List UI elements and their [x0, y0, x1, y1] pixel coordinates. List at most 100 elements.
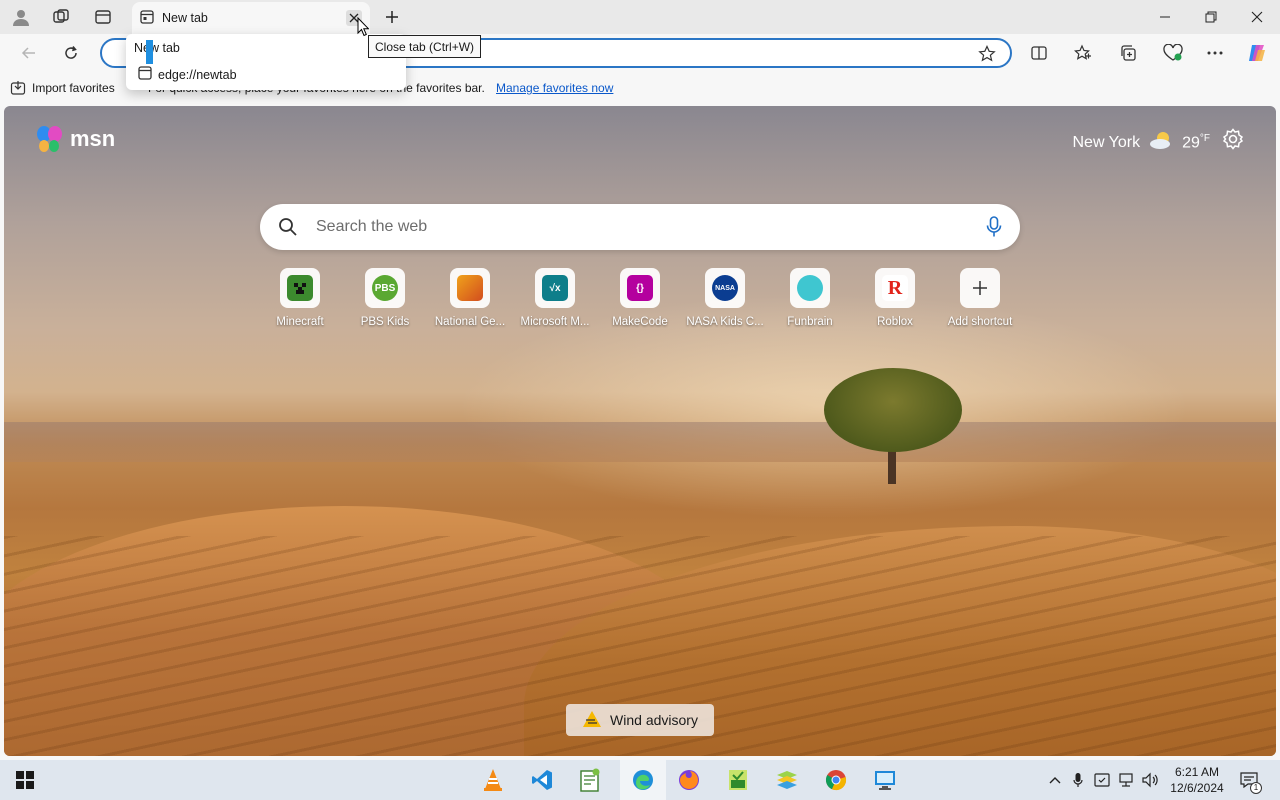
mouse-pointer-icon	[357, 16, 370, 40]
clock-date: 12/6/2024	[1170, 781, 1224, 795]
hover-card-url-row: edge://newtab	[138, 66, 237, 83]
gear-icon	[1222, 128, 1244, 150]
shortcut-label: Roblox	[877, 316, 913, 328]
tab-hover-card: New tab edge://newtab	[126, 34, 406, 90]
tab-actions-icon[interactable]	[92, 6, 114, 28]
remote-desktop-icon[interactable]	[870, 766, 900, 794]
microphone-icon[interactable]	[986, 216, 1002, 241]
msn-logo-text: msn	[70, 126, 116, 151]
text-cursor	[146, 40, 153, 64]
chrome-icon[interactable]	[821, 766, 851, 794]
minimize-button[interactable]	[1142, 0, 1188, 34]
tab-title: New tab	[162, 11, 208, 25]
search-placeholder: Search the web	[316, 218, 428, 235]
minecraft-icon	[280, 268, 320, 308]
nasa-icon: NASA	[705, 268, 745, 308]
plus-icon	[386, 11, 398, 23]
collections-icon[interactable]	[1115, 40, 1141, 66]
back-button[interactable]	[16, 40, 42, 66]
wind-advisory-button[interactable]: Wind advisory	[566, 704, 714, 736]
shortcut-roblox[interactable]: R Roblox	[853, 268, 937, 328]
shortcut-label: Add shortcut	[947, 316, 1013, 328]
new-tab-button[interactable]	[380, 6, 404, 28]
shortcut-label: NASA Kids C...	[686, 316, 764, 328]
import-icon	[10, 81, 26, 95]
import-favorites-label: Import favorites	[32, 81, 115, 95]
close-window-button[interactable]	[1234, 0, 1280, 34]
background-hills	[4, 422, 1276, 462]
workspaces-icon[interactable]	[50, 6, 72, 28]
shortcut-national-geographic[interactable]: National Ge...	[428, 268, 512, 328]
search-icon	[278, 217, 298, 240]
page-settings-button[interactable]	[1222, 128, 1244, 153]
edge-icon[interactable]	[628, 766, 658, 794]
pbs-kids-icon: PBS	[365, 268, 405, 308]
wind-warning-icon	[582, 710, 602, 731]
shortcut-label: PBS Kids	[360, 316, 410, 328]
hover-card-url: edge://newtab	[158, 67, 237, 82]
profile-icon[interactable]	[10, 6, 32, 28]
national-geographic-icon	[450, 268, 490, 308]
weather-city: New York	[1072, 133, 1141, 151]
clock-time: 6:21 AM	[1174, 765, 1220, 779]
add-shortcut-button[interactable]: Add shortcut	[938, 268, 1022, 328]
minimize-icon	[1160, 16, 1170, 18]
makecode-icon: {}	[620, 268, 660, 308]
tab-new-tab[interactable]: New tab	[132, 2, 370, 34]
refresh-button[interactable]	[58, 40, 84, 66]
close-icon	[1251, 11, 1263, 23]
partly-cloudy-icon	[1148, 130, 1174, 155]
firefox-icon[interactable]	[674, 766, 704, 794]
shortcut-pbs-kids[interactable]: PBS PBS Kids	[343, 268, 427, 328]
microphone-tray-icon[interactable]	[1069, 770, 1087, 790]
volume-icon[interactable]	[1141, 770, 1159, 790]
excel-like-spreadsheet-icon[interactable]	[723, 766, 753, 794]
wind-advisory-label: Wind advisory	[610, 712, 698, 728]
weather-temperature: 29°F	[1182, 132, 1210, 152]
weather-widget[interactable]: New York 29°F	[1072, 130, 1210, 155]
msn-butterfly-icon	[37, 126, 62, 152]
title-bar: New tab	[0, 0, 1280, 34]
restore-icon	[1205, 11, 1217, 23]
import-favorites-button[interactable]: Import favorites	[10, 80, 115, 96]
copilot-icon[interactable]	[1244, 40, 1270, 66]
shortcut-minecraft[interactable]: Minecraft	[258, 268, 342, 328]
windows-taskbar: 6:21 AM 12/6/2024 1	[0, 760, 1280, 800]
security-tray-icon[interactable]	[1093, 770, 1111, 790]
msn-logo[interactable]: msn	[34, 124, 115, 154]
shortcut-label: Microsoft M...	[520, 316, 590, 328]
shortcut-nasa-kids[interactable]: NASA NASA Kids C...	[683, 268, 767, 328]
more-options-icon[interactable]	[1202, 40, 1228, 66]
notification-count-badge: 1	[1250, 782, 1262, 794]
bluestacks-icon[interactable]	[772, 766, 802, 794]
vscode-icon[interactable]	[527, 766, 557, 794]
shortcut-makecode[interactable]: {} MakeCode	[598, 268, 682, 328]
restore-button[interactable]	[1188, 0, 1234, 34]
taskbar-clock[interactable]: 6:21 AM 12/6/2024	[1162, 764, 1232, 796]
newtab-page-icon	[138, 66, 152, 83]
close-tab-tooltip: Close tab (Ctrl+W)	[368, 35, 482, 58]
network-icon[interactable]	[1117, 770, 1135, 790]
windows-logo-icon	[16, 771, 34, 789]
shortcut-label: Funbrain	[787, 316, 833, 328]
browser-essentials-icon[interactable]	[1160, 40, 1186, 66]
favorite-star-icon[interactable]	[978, 45, 996, 66]
minecraft-face	[287, 275, 313, 301]
funbrain-icon	[790, 268, 830, 308]
split-screen-icon[interactable]	[1026, 40, 1052, 66]
favorites-icon[interactable]	[1070, 40, 1096, 66]
start-button[interactable]	[10, 766, 40, 794]
chevron-up-icon[interactable]	[1046, 770, 1064, 790]
notepad-plus-plus-icon[interactable]	[575, 766, 605, 794]
microsoft-math-icon: √x	[535, 268, 575, 308]
newtab-page-icon	[140, 9, 154, 27]
shortcut-microsoft-math[interactable]: √x Microsoft M...	[513, 268, 597, 328]
roblox-icon: R	[875, 268, 915, 308]
shortcut-label: Minecraft	[276, 316, 324, 328]
shortcut-funbrain[interactable]: Funbrain	[768, 268, 852, 328]
web-search-box[interactable]: Search the web	[260, 204, 1020, 250]
manage-favorites-link[interactable]: Manage favorites now	[496, 81, 613, 95]
hover-card-title: New tab	[134, 41, 180, 55]
vlc-icon[interactable]	[478, 766, 508, 794]
back-arrow-icon	[21, 47, 35, 59]
